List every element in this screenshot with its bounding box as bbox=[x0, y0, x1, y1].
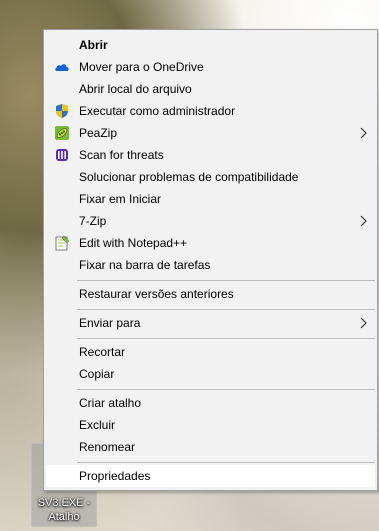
menu-item-label: 7-Zip bbox=[79, 214, 107, 228]
menu-item-notepadpp[interactable]: Edit with Notepad++ bbox=[46, 232, 375, 254]
menu-item-label: Propriedades bbox=[79, 469, 151, 483]
menu-separator bbox=[77, 462, 375, 463]
menu-separator bbox=[77, 338, 375, 339]
menu-item-label: Restaurar versões anteriores bbox=[79, 287, 234, 301]
menu-item-abrir-local[interactable]: Abrir local do arquivo bbox=[46, 78, 375, 100]
notepadpp-icon bbox=[55, 235, 70, 251]
menu-item-label: Fixar em Iniciar bbox=[79, 192, 162, 206]
menu-item-label: Enviar para bbox=[79, 316, 141, 330]
menu-separator bbox=[77, 280, 375, 281]
menu-separator bbox=[77, 389, 375, 390]
menu-item-mover-onedrive[interactable]: Mover para o OneDrive bbox=[46, 56, 375, 78]
menu-item-label: Edit with Notepad++ bbox=[79, 236, 188, 250]
submenu-arrow-icon bbox=[360, 215, 367, 227]
menu-item-label: Abrir local do arquivo bbox=[79, 82, 192, 96]
menu-item-label: Scan for threats bbox=[79, 148, 164, 162]
menu-item-restaurar-versoes[interactable]: Restaurar versões anteriores bbox=[46, 283, 375, 305]
antivirus-scan-icon bbox=[56, 149, 68, 161]
shortcut-label-line2: Atalho bbox=[48, 511, 80, 523]
menu-item-copiar[interactable]: Copiar bbox=[46, 363, 375, 385]
menu-item-label: Renomear bbox=[79, 440, 136, 454]
menu-item-executar-admin[interactable]: Executar como administrador bbox=[46, 100, 375, 122]
menu-item-peazip[interactable]: PeaZip bbox=[46, 122, 375, 144]
menu-item-excluir[interactable]: Excluir bbox=[46, 414, 375, 436]
menu-item-criar-atalho[interactable]: Criar atalho bbox=[46, 392, 375, 414]
menu-item-label: Mover para o OneDrive bbox=[79, 60, 204, 74]
onedrive-icon bbox=[55, 64, 69, 71]
context-menu: Abrir Mover para o OneDrive Abrir local … bbox=[43, 29, 378, 491]
uac-shield-icon bbox=[56, 104, 68, 118]
menu-item-label: Copiar bbox=[79, 367, 115, 381]
menu-item-label: Solucionar problemas de compatibilidade bbox=[79, 170, 299, 184]
menu-item-abrir[interactable]: Abrir bbox=[46, 34, 375, 56]
menu-item-renomear[interactable]: Renomear bbox=[46, 436, 375, 458]
shortcut-label: SV3.EXE - Atalho bbox=[32, 496, 96, 524]
menu-item-scan-threats[interactable]: Scan for threats bbox=[46, 144, 375, 166]
menu-item-label: Fixar na barra de tarefas bbox=[79, 258, 211, 272]
menu-item-label: Criar atalho bbox=[79, 396, 142, 410]
menu-separator bbox=[77, 309, 375, 310]
menu-item-enviar-para[interactable]: Enviar para bbox=[46, 312, 375, 334]
menu-item-fixar-barra[interactable]: Fixar na barra de tarefas bbox=[46, 254, 375, 276]
peazip-icon bbox=[55, 126, 69, 140]
menu-item-label: Excluir bbox=[79, 418, 116, 432]
menu-item-label: Recortar bbox=[79, 345, 126, 359]
submenu-arrow-icon bbox=[360, 317, 367, 329]
menu-item-propriedades[interactable]: Propriedades bbox=[46, 465, 375, 487]
menu-item-7zip[interactable]: 7-Zip bbox=[46, 210, 375, 232]
menu-item-label: PeaZip bbox=[79, 126, 118, 140]
menu-item-label: Abrir bbox=[79, 38, 108, 52]
menu-item-solucionar-compat[interactable]: Solucionar problemas de compatibilidade bbox=[46, 166, 375, 188]
menu-item-fixar-iniciar[interactable]: Fixar em Iniciar bbox=[46, 188, 375, 210]
menu-item-recortar[interactable]: Recortar bbox=[46, 341, 375, 363]
shortcut-label-line1: SV3.EXE - bbox=[37, 497, 91, 509]
menu-item-label: Executar como administrador bbox=[79, 104, 236, 118]
submenu-arrow-icon bbox=[360, 127, 367, 139]
